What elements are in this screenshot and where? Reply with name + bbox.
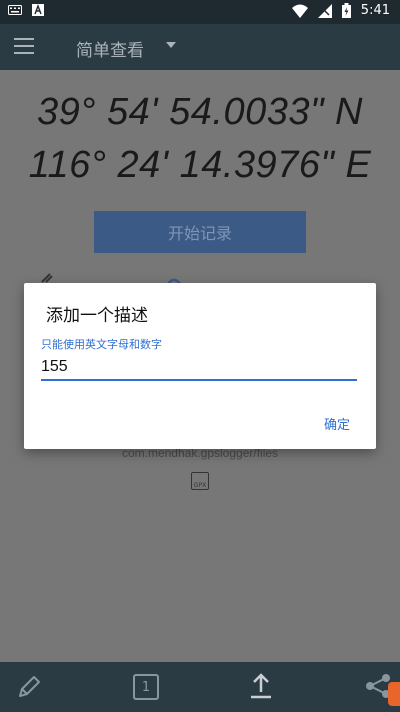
latitude-text: 39° 54' 54.0033" N: [37, 91, 363, 133]
upload-icon[interactable]: [248, 672, 274, 704]
keyboard-icon: [8, 5, 22, 15]
input-hint: 只能使用英文字母和数字: [41, 338, 162, 351]
bottom-toolbar: 1: [0, 662, 400, 712]
description-input[interactable]: [41, 355, 357, 381]
caret-down-icon[interactable]: [166, 42, 176, 48]
app-title[interactable]: 简单查看: [76, 36, 144, 61]
dialog-title: 添加一个描述: [46, 306, 148, 326]
battery-icon: [341, 3, 351, 18]
start-logging-button[interactable]: 开始记录: [94, 211, 306, 253]
gpx-file-icon[interactable]: GPX: [191, 472, 209, 490]
a-icon: [32, 4, 44, 16]
hamburger-icon[interactable]: [14, 38, 34, 54]
longitude-text: 116° 24' 14.3976" E: [28, 144, 372, 186]
signal-icon: [317, 3, 332, 18]
gpx-label: GPX: [193, 482, 207, 489]
wifi-icon: [291, 4, 308, 18]
status-time: 5:41: [360, 3, 390, 18]
ok-button[interactable]: 确定: [324, 414, 350, 433]
status-bar: 5:41: [0, 0, 400, 24]
floating-app-icon[interactable]: [388, 682, 400, 706]
pencil-icon[interactable]: [16, 674, 42, 704]
app-bar: 简单查看: [0, 24, 400, 70]
coordinates-display: 39° 54' 54.0033" N 116° 24' 14.3976" E: [0, 86, 400, 192]
page-icon[interactable]: 1: [133, 674, 159, 700]
add-description-dialog: 添加一个描述 只能使用英文字母和数字 确定: [24, 283, 376, 449]
page-number: 1: [141, 679, 151, 695]
